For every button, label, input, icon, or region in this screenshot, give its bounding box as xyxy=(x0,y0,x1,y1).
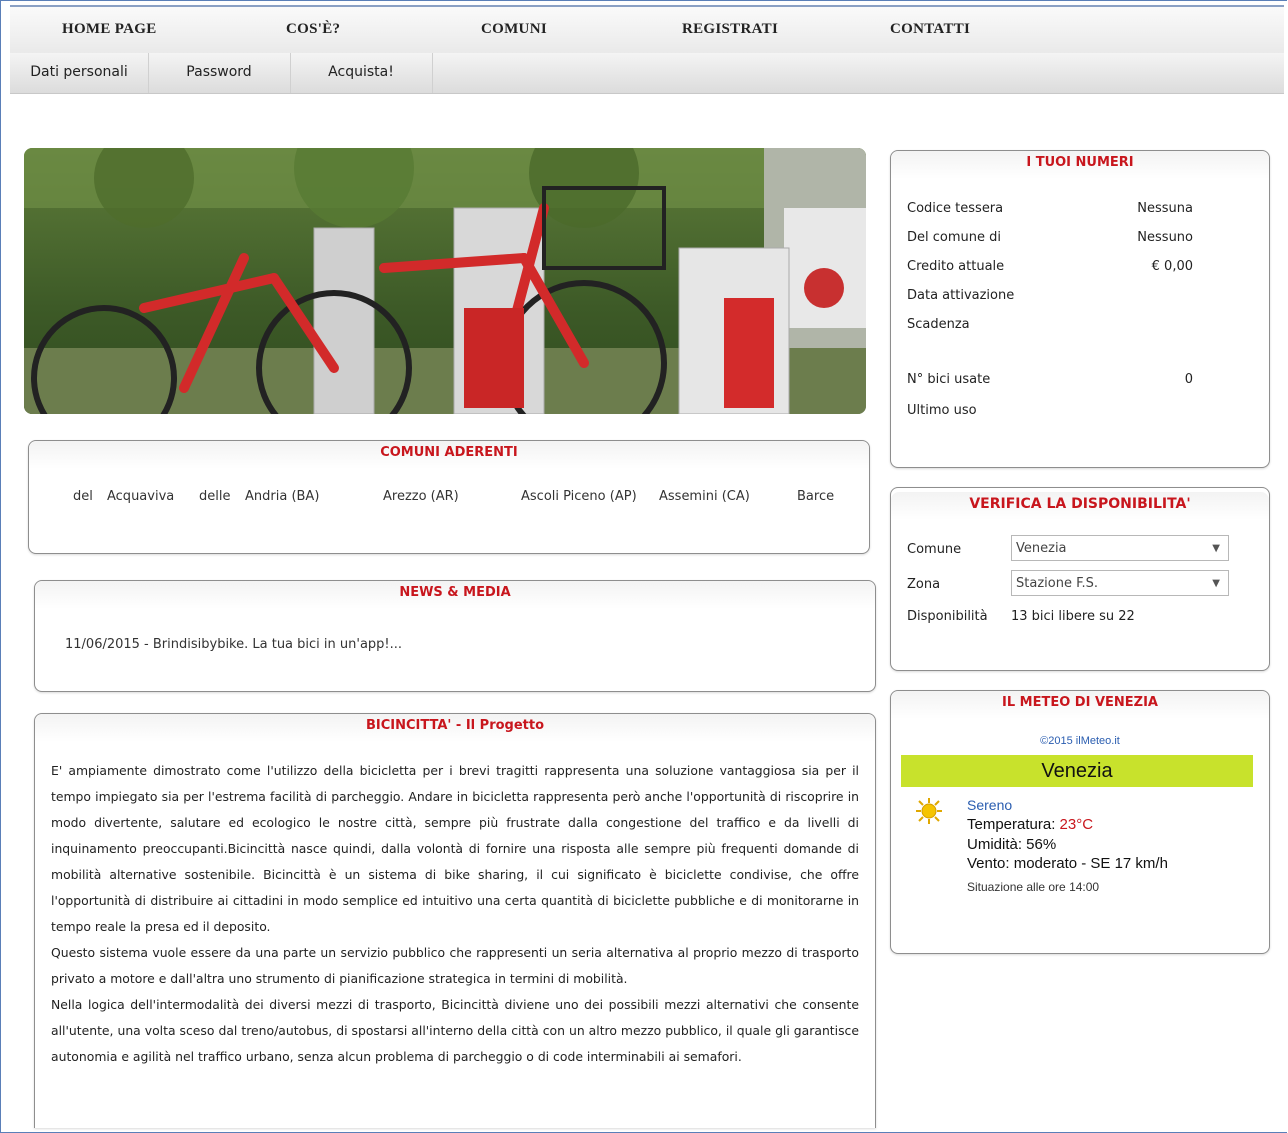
numeri-panel: I TUOI NUMERI Codice tessera Nessuna Del… xyxy=(890,150,1270,468)
ultimo-uso-label: Ultimo uso xyxy=(907,403,977,418)
temperature-value: 23°C xyxy=(1059,816,1094,833)
comune-select[interactable]: Venezia ▼ xyxy=(1011,535,1229,561)
meteo-city-bar: Venezia xyxy=(901,755,1253,787)
verifica-title: VERIFICA LA DISPONIBILITA' xyxy=(891,492,1269,520)
data-attivazione-label: Data attivazione xyxy=(907,288,1015,303)
meteo-panel: IL METEO DI VENEZIA ©2015 ilMeteo.it Ven… xyxy=(890,690,1270,954)
nav-contatti[interactable]: CONTATTI xyxy=(890,21,970,38)
progetto-paragraph-2: Questo sistema vuole essere da una parte… xyxy=(51,945,859,986)
zona-select[interactable]: Stazione F.S. ▼ xyxy=(1011,570,1229,596)
chevron-down-icon: ▼ xyxy=(1212,543,1220,554)
comune-item[interactable]: Ascoli Piceno (AP) xyxy=(521,489,637,504)
meteo-temperature: Temperatura: 23°C xyxy=(967,816,1093,833)
comune-item[interactable]: delle xyxy=(199,489,230,504)
credito-value: € 0,00 xyxy=(1151,259,1193,274)
bici-usate-label: N° bici usate xyxy=(907,372,991,387)
comuni-panel: COMUNI ADERENTI del Acquaviva delle Andr… xyxy=(28,440,870,554)
codice-tessera-label: Codice tessera xyxy=(907,201,1004,216)
news-item-link[interactable]: 11/06/2015 - Brindisibybike. La tua bici… xyxy=(65,637,402,652)
comune-di-value: Nessuno xyxy=(1137,230,1193,245)
bike-station-illustration xyxy=(24,148,866,414)
temperature-label: Temperatura: xyxy=(967,816,1060,833)
hero-image xyxy=(24,148,866,414)
comune-label: Comune xyxy=(907,542,962,557)
progetto-panel: BICINCITTA' - Il Progetto E' ampiamente … xyxy=(34,713,876,1128)
comune-item[interactable]: Andria (BA) xyxy=(245,489,319,504)
numeri-title: I TUOI NUMERI xyxy=(891,151,1269,179)
nav-cose[interactable]: COS'È? xyxy=(286,21,340,38)
bici-usate-value: 0 xyxy=(1184,372,1193,387)
progetto-paragraph-3: Nella logica dell'intermodalità dei dive… xyxy=(51,997,859,1064)
subnav-acquista[interactable]: Acquista! xyxy=(290,53,433,93)
comune-item[interactable]: Arezzo (AR) xyxy=(383,489,459,504)
progetto-paragraph-1: E' ampiamente dimostrato come l'utilizzo… xyxy=(51,763,859,934)
subnav-dati-personali[interactable]: Dati personali xyxy=(10,53,149,93)
sun-icon xyxy=(915,797,943,825)
disponibilita-value: 13 bici libere su 22 xyxy=(1011,609,1135,624)
zona-label: Zona xyxy=(907,577,941,592)
meteo-umidita: Umidità: 56% xyxy=(967,836,1057,853)
comuni-title: COMUNI ADERENTI xyxy=(29,441,869,469)
scadenza-label: Scadenza xyxy=(907,317,970,332)
sub-nav: Dati personali Password Acquista! xyxy=(10,53,1284,94)
progetto-body: E' ampiamente dimostrato come l'utilizzo… xyxy=(51,758,859,1070)
meteo-credit-link[interactable]: ©2015 ilMeteo.it xyxy=(891,735,1269,747)
subnav-password[interactable]: Password xyxy=(148,53,291,93)
verifica-panel: VERIFICA LA DISPONIBILITA' Comune Venezi… xyxy=(890,487,1270,671)
nav-home[interactable]: HOME PAGE xyxy=(62,21,157,38)
comune-item[interactable]: Barce xyxy=(797,489,834,504)
news-title: NEWS & MEDIA xyxy=(35,581,875,609)
codice-tessera-value: Nessuna xyxy=(1137,201,1193,216)
top-nav: HOME PAGE COS'È? COMUNI REGISTRATI CONTA… xyxy=(10,5,1284,55)
credito-label: Credito attuale xyxy=(907,259,1005,274)
meteo-vento: Vento: moderato - SE 17 km/h xyxy=(967,855,1168,872)
disponibilita-label: Disponibilità xyxy=(907,609,988,624)
comuni-ticker: del Acquaviva delle Andria (BA) Arezzo (… xyxy=(29,489,869,509)
comune-item[interactable]: Acquaviva xyxy=(107,489,174,504)
meteo-situazione: Situazione alle ore 14:00 xyxy=(967,880,1100,894)
news-panel: NEWS & MEDIA 11/06/2015 - Brindisibybike… xyxy=(34,580,876,692)
progetto-title: BICINCITTA' - Il Progetto xyxy=(35,714,875,742)
comune-di-label: Del comune di xyxy=(907,230,1001,245)
chevron-down-icon: ▼ xyxy=(1212,578,1220,589)
nav-comuni[interactable]: COMUNI xyxy=(481,21,547,38)
comune-item[interactable]: Assemini (CA) xyxy=(659,489,750,504)
comune-select-value: Venezia xyxy=(1016,541,1067,556)
meteo-condition: Sereno xyxy=(967,797,1013,813)
zona-select-value: Stazione F.S. xyxy=(1016,576,1098,591)
comune-item[interactable]: del xyxy=(73,489,93,504)
nav-registrati[interactable]: REGISTRATI xyxy=(682,21,778,38)
meteo-title: IL METEO DI VENEZIA xyxy=(891,691,1269,719)
